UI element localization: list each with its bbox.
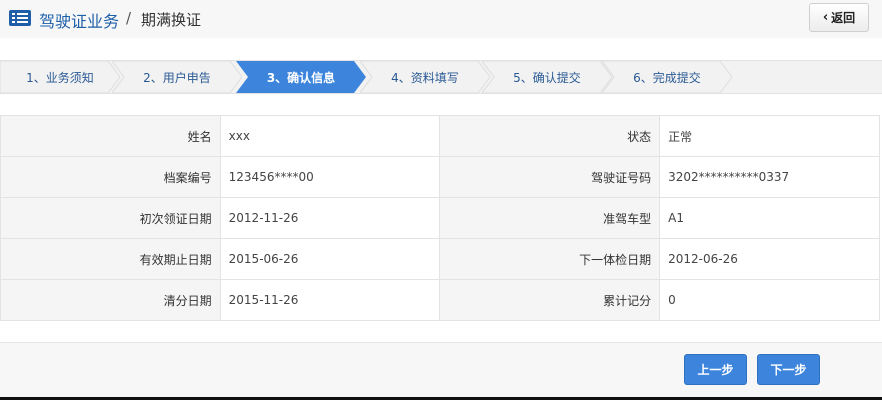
table-row: 有效期止日期 2015-06-26 下一体检日期 2012-06-26 (0, 238, 880, 280)
breadcrumb-section[interactable]: 驾驶证业务 (39, 8, 119, 32)
table-row: 初次领证日期 2012-11-26 准驾车型 A1 (0, 197, 880, 239)
prev-step-button[interactable]: 上一步 (684, 354, 747, 385)
step-6-label: 6、完成提交 (633, 70, 701, 85)
license-number-value: 3202**********0337 (659, 156, 880, 198)
file-number-value: 123456****00 (219, 156, 441, 198)
list-icon (9, 10, 31, 26)
first-issue-date-label: 初次领证日期 (0, 197, 221, 239)
driver-info-table: 姓名 xxx 状态 正常 档案编号 123456****00 驾驶证号码 320… (0, 115, 880, 321)
vehicle-class-value: A1 (659, 197, 880, 239)
points-label: 累计记分 (439, 279, 661, 321)
next-exam-date-label: 下一体检日期 (439, 238, 661, 280)
clear-date-label: 清分日期 (0, 279, 221, 321)
first-issue-date-value: 2012-11-26 (219, 197, 441, 239)
step-1[interactable]: 1、业务须知 (0, 61, 120, 93)
step-6[interactable]: 6、完成提交 (602, 61, 732, 93)
status-value: 正常 (659, 115, 880, 157)
chevron-left-icon: ‹ (822, 10, 829, 25)
back-button-label: 返回 (831, 11, 856, 25)
name-value: xxx (219, 115, 441, 157)
table-row: 清分日期 2015-11-26 累计记分 0 (0, 279, 880, 321)
page-header: 驾驶证业务 / 期满换证 ‹ 返回 (0, 0, 882, 38)
back-button[interactable]: ‹ 返回 (809, 3, 869, 32)
status-label: 状态 (439, 115, 661, 157)
next-step-button[interactable]: 下一步 (757, 354, 820, 385)
breadcrumb-separator: / (126, 9, 132, 27)
vehicle-class-label: 准驾车型 (439, 197, 661, 239)
step-2-label: 2、用户申告 (143, 70, 211, 85)
next-exam-date-value: 2012-06-26 (659, 238, 880, 280)
points-value: 0 (659, 279, 880, 321)
expiry-date-value: 2015-06-26 (219, 238, 441, 280)
step-5[interactable]: 5、确认提交 (482, 61, 612, 93)
table-row: 档案编号 123456****00 驾驶证号码 3202**********03… (0, 156, 880, 198)
name-label: 姓名 (0, 115, 221, 157)
step-4-label: 4、资料填写 (391, 70, 459, 85)
step-5-label: 5、确认提交 (513, 70, 581, 85)
step-1-label: 1、业务须知 (26, 70, 94, 85)
step-3-label: 3、确认信息 (266, 70, 336, 85)
page-title: 期满换证 (141, 11, 202, 29)
license-number-label: 驾驶证号码 (439, 156, 661, 198)
step-progress-bar: 1、业务须知 2、用户申告 3、确认信息 4、资料填写 5、确认提交 6、完成提… (0, 60, 882, 94)
table-row: 姓名 xxx 状态 正常 (0, 115, 880, 157)
file-number-label: 档案编号 (0, 156, 221, 198)
action-footer: 上一步 下一步 (0, 342, 882, 397)
step-4[interactable]: 4、资料填写 (360, 61, 490, 93)
expiry-date-label: 有效期止日期 (0, 238, 221, 280)
step-3[interactable]: 3、确认信息 (236, 61, 366, 93)
clear-date-value: 2015-11-26 (219, 279, 441, 321)
step-2[interactable]: 2、用户申告 (112, 61, 242, 93)
